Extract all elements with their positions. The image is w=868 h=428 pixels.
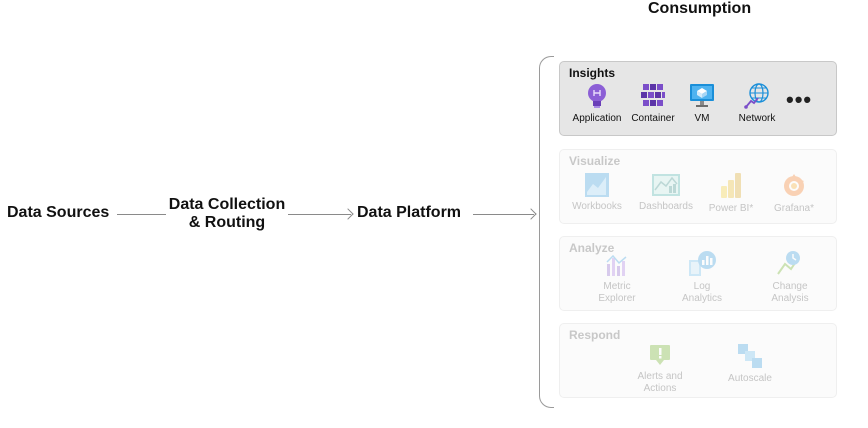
consumption-brace xyxy=(539,56,554,408)
change-line2: Analysis xyxy=(771,293,809,304)
metric-line1: Metric xyxy=(603,281,631,292)
analyze-log-analytics[interactable]: Log Analytics xyxy=(671,250,733,305)
respond-title: Respond xyxy=(569,328,621,342)
analyze-metric-explorer[interactable]: Metric Explorer xyxy=(586,252,648,305)
analyze-log-analytics-label: Log Analytics xyxy=(671,281,733,305)
data-platform-label: Data Platform xyxy=(357,204,462,221)
insights-network[interactable]: Network xyxy=(726,82,788,125)
container-cubes-icon xyxy=(641,84,665,106)
change-analysis-icon xyxy=(777,251,800,275)
respond-alerts[interactable]: Alerts and Actions xyxy=(629,342,691,395)
dashboard-chart-icon xyxy=(652,174,680,196)
autoscale-icon xyxy=(738,344,762,368)
visualize-workbooks[interactable]: Workbooks xyxy=(566,172,628,213)
powerbi-icon xyxy=(721,173,741,198)
log-line1: Log xyxy=(693,281,711,292)
insights-network-label: Network xyxy=(738,113,776,124)
insights-panel: Insights Application Container VM Networ… xyxy=(559,61,837,136)
visualize-title: Visualize xyxy=(569,154,621,168)
respond-autoscale[interactable]: Autoscale xyxy=(719,342,781,385)
data-sources-label: Data Sources xyxy=(7,204,110,221)
visualize-workbooks-label: Workbooks xyxy=(572,201,622,212)
consumption-title: Consumption xyxy=(648,0,752,17)
visualize-panel: Visualize Workbooks Dashboards Power BI* xyxy=(559,149,837,224)
more-icon[interactable]: ••• xyxy=(786,89,812,111)
analyze-change-analysis[interactable]: Change Analysis xyxy=(759,250,821,305)
visualize-dashboards-label: Dashboards xyxy=(639,201,693,212)
insights-vm[interactable]: VM xyxy=(671,82,733,125)
alert-icon xyxy=(650,345,670,365)
data-collection-line1: Data Collection xyxy=(168,196,286,213)
insights-title: Insights xyxy=(569,66,616,80)
visualize-grafana[interactable]: Grafana* xyxy=(763,172,825,215)
respond-panel: Respond Alerts and Actions Autoscale xyxy=(559,323,837,398)
respond-autoscale-label: Autoscale xyxy=(728,373,772,384)
analyze-panel: Analyze Metric Explorer Log Analytics Ch… xyxy=(559,236,837,311)
visualize-grafana-label: Grafana* xyxy=(773,203,815,214)
metric-explorer-icon xyxy=(606,254,627,276)
respond-alerts-label: Alerts and Actions xyxy=(629,371,691,395)
insights-application-label: Application xyxy=(572,113,622,124)
data-collection-line2: & Routing xyxy=(188,214,266,231)
visualize-powerbi-label: Power BI* xyxy=(708,203,754,214)
analyze-change-analysis-label: Change Analysis xyxy=(759,281,821,305)
data-collection-label: Data Collection & Routing xyxy=(166,196,288,232)
workbook-chart-icon xyxy=(585,173,609,197)
analyze-metric-explorer-label: Metric Explorer xyxy=(586,281,648,305)
log-line2: Analytics xyxy=(681,293,722,304)
lightbulb-icon xyxy=(588,84,606,108)
insights-application[interactable]: Application xyxy=(566,82,628,125)
globe-network-icon xyxy=(744,83,769,109)
metric-line2: Explorer xyxy=(598,293,636,304)
visualize-dashboards[interactable]: Dashboards xyxy=(635,172,697,213)
insights-vm-label: VM xyxy=(694,113,710,124)
alerts-line1: Alerts and xyxy=(637,371,683,382)
log-analytics-icon xyxy=(689,251,716,276)
alerts-line2: Actions xyxy=(643,383,677,394)
grafana-icon xyxy=(784,174,804,196)
monitor-icon xyxy=(690,84,714,107)
change-line1: Change xyxy=(772,281,808,292)
visualize-powerbi[interactable]: Power BI* xyxy=(700,172,762,215)
flow-arrow-2 xyxy=(473,214,534,215)
